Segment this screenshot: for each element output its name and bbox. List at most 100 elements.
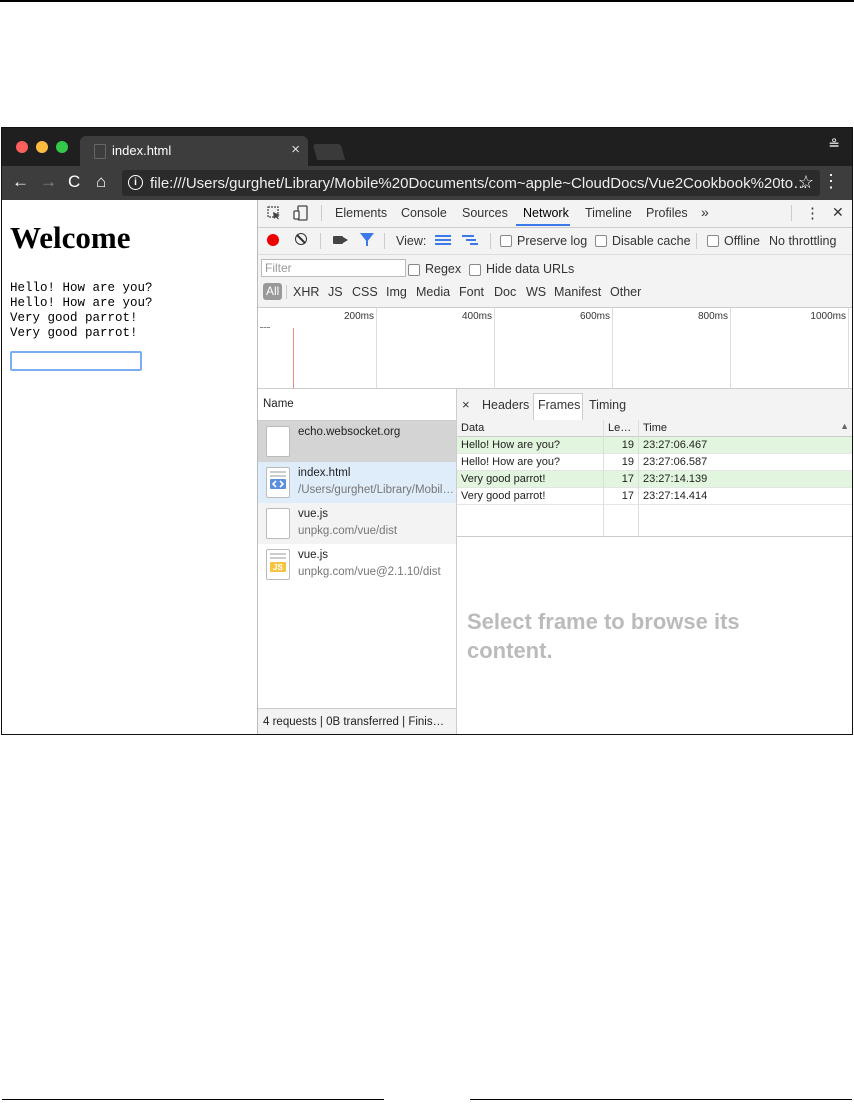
forward-arrow-icon[interactable]: → bbox=[40, 172, 57, 192]
type-filter-xhr[interactable]: XHR bbox=[293, 285, 319, 299]
address-bar[interactable]: i file:///Users/gurghet/Library/Mobile%2… bbox=[122, 170, 820, 196]
tab-profiles[interactable]: Profiles bbox=[646, 206, 688, 220]
type-filter-manifest[interactable]: Manifest bbox=[554, 285, 601, 299]
overview-tick-label: 400ms bbox=[461, 311, 492, 322]
zoom-window-button[interactable] bbox=[56, 141, 68, 153]
footer-rule bbox=[2, 1099, 384, 1100]
svg-text:JS: JS bbox=[273, 563, 283, 572]
frame-length: 17 bbox=[621, 490, 634, 502]
frame-length: 17 bbox=[621, 473, 634, 485]
overview-tick-label: 200ms bbox=[343, 311, 374, 322]
message-item: Very good parrot! bbox=[10, 311, 138, 325]
type-filter-js[interactable]: JS bbox=[328, 285, 343, 299]
request-row[interactable]: vue.js unpkg.com/vue/dist bbox=[258, 503, 456, 544]
frame-row[interactable]: Hello! How are you? 19 23:27:06.467 bbox=[457, 437, 852, 454]
frames-table-header: Data Le… Time ▲ bbox=[457, 420, 852, 437]
length-column-header[interactable]: Le… bbox=[608, 422, 631, 434]
frame-data: Very good parrot! bbox=[461, 490, 546, 502]
tab-close-icon[interactable]: × bbox=[291, 141, 300, 158]
offline-checkbox[interactable] bbox=[707, 235, 719, 247]
more-tabs-icon[interactable]: » bbox=[701, 204, 709, 220]
frames-panel: × Headers Frames Timing Data Le… Time ▲ … bbox=[457, 389, 852, 734]
message-input[interactable] bbox=[10, 351, 142, 371]
frame-time: 23:27:06.587 bbox=[643, 456, 708, 468]
regex-checkbox[interactable] bbox=[408, 264, 420, 276]
new-tab-button[interactable] bbox=[312, 144, 346, 160]
message-list: Hello! How are you? Hello! How are you? … bbox=[10, 281, 153, 341]
info-icon[interactable]: i bbox=[128, 175, 143, 190]
inspect-element-icon[interactable] bbox=[267, 206, 281, 220]
close-detail-icon[interactable]: × bbox=[462, 397, 470, 412]
frame-time: 23:27:14.414 bbox=[643, 490, 708, 502]
tab-title: index.html bbox=[112, 143, 172, 158]
throttling-select[interactable]: No throttling bbox=[769, 234, 836, 248]
frame-data: Very good parrot! bbox=[461, 473, 546, 485]
tab-elements[interactable]: Elements bbox=[335, 206, 387, 220]
name-column-header[interactable]: Name bbox=[263, 398, 294, 410]
divider bbox=[490, 233, 491, 249]
divider bbox=[384, 233, 385, 249]
tab-timing[interactable]: Timing bbox=[589, 398, 626, 412]
filter-bar: Filter Regex Hide data URLs All XHR JS C… bbox=[258, 255, 852, 308]
back-arrow-icon[interactable]: ← bbox=[12, 172, 29, 192]
data-column-header[interactable]: Data bbox=[461, 422, 484, 434]
type-filter-font[interactable]: Font bbox=[459, 285, 484, 299]
divider bbox=[286, 285, 287, 299]
type-filter-other[interactable]: Other bbox=[610, 285, 641, 299]
tab-frames[interactable]: Frames bbox=[538, 398, 580, 412]
device-toolbar-icon[interactable] bbox=[293, 205, 309, 221]
reload-icon[interactable]: C bbox=[68, 172, 80, 192]
browser-menu-icon[interactable]: ⋮ bbox=[822, 171, 840, 192]
tab-console[interactable]: Console bbox=[401, 206, 447, 220]
type-filter-css[interactable]: CSS bbox=[352, 285, 378, 299]
request-row[interactable]: JS vue.js unpkg.com/vue@2.1.10/dist bbox=[258, 544, 456, 585]
request-row[interactable]: index.html /Users/gurghet/Library/Mobil… bbox=[258, 462, 456, 503]
request-list-header[interactable]: Name bbox=[258, 389, 456, 421]
tab-timeline[interactable]: Timeline bbox=[585, 206, 632, 220]
disable-cache-label: Disable cache bbox=[612, 234, 691, 248]
bookmark-star-icon[interactable]: ☆ bbox=[798, 172, 814, 193]
js-file-icon: JS bbox=[266, 549, 290, 580]
frame-row[interactable]: Very good parrot! 17 23:27:14.139 bbox=[457, 471, 852, 488]
type-filter-all[interactable]: All bbox=[263, 283, 283, 300]
devtools-menu-icon[interactable]: ⋮ bbox=[805, 204, 820, 222]
request-name: echo.websocket.org bbox=[298, 426, 401, 438]
filter-icon[interactable] bbox=[360, 233, 374, 246]
tab-network[interactable]: Network bbox=[523, 206, 569, 220]
overview-bar bbox=[260, 327, 270, 329]
close-window-button[interactable] bbox=[16, 141, 28, 153]
tab-headers[interactable]: Headers bbox=[482, 398, 529, 412]
message-item: Hello! How are you? bbox=[10, 281, 153, 295]
overview-icon[interactable] bbox=[462, 235, 478, 247]
type-filter-img[interactable]: Img bbox=[386, 285, 407, 299]
frame-row[interactable]: Very good parrot! 17 23:27:14.414 bbox=[457, 488, 852, 505]
message-item: Hello! How are you? bbox=[10, 296, 153, 310]
document-icon bbox=[94, 144, 106, 159]
filter-input[interactable]: Filter bbox=[261, 259, 406, 277]
incognito-icon: ≗ bbox=[828, 136, 840, 152]
home-icon[interactable]: ⌂ bbox=[96, 172, 106, 192]
frame-time: 23:27:14.139 bbox=[643, 473, 708, 485]
clear-icon[interactable] bbox=[295, 233, 307, 245]
request-row[interactable]: echo.websocket.org bbox=[258, 421, 456, 462]
disable-cache-checkbox[interactable] bbox=[595, 235, 607, 247]
url-text[interactable]: file:///Users/gurghet/Library/Mobile%20D… bbox=[150, 175, 808, 192]
browser-tab[interactable]: index.html × bbox=[80, 136, 308, 166]
network-overview[interactable]: 200ms 400ms 600ms 800ms 1000ms bbox=[258, 308, 852, 389]
request-name: index.html bbox=[298, 467, 351, 479]
column-divider bbox=[638, 420, 639, 536]
record-icon[interactable] bbox=[267, 234, 279, 246]
minimize-window-button[interactable] bbox=[36, 141, 48, 153]
type-filter-doc[interactable]: Doc bbox=[494, 285, 516, 299]
hide-data-urls-checkbox[interactable] bbox=[469, 264, 481, 276]
large-rows-icon[interactable] bbox=[435, 235, 451, 247]
frame-length: 19 bbox=[621, 439, 634, 451]
devtools-close-icon[interactable]: ✕ bbox=[832, 204, 844, 221]
time-column-header[interactable]: Time bbox=[643, 422, 667, 434]
frame-row[interactable]: Hello! How are you? 19 23:27:06.587 bbox=[457, 454, 852, 471]
capture-screenshots-icon[interactable] bbox=[333, 236, 348, 244]
preserve-log-checkbox[interactable] bbox=[500, 235, 512, 247]
type-filter-media[interactable]: Media bbox=[416, 285, 450, 299]
tab-sources[interactable]: Sources bbox=[462, 206, 508, 220]
type-filter-ws[interactable]: WS bbox=[526, 285, 546, 299]
